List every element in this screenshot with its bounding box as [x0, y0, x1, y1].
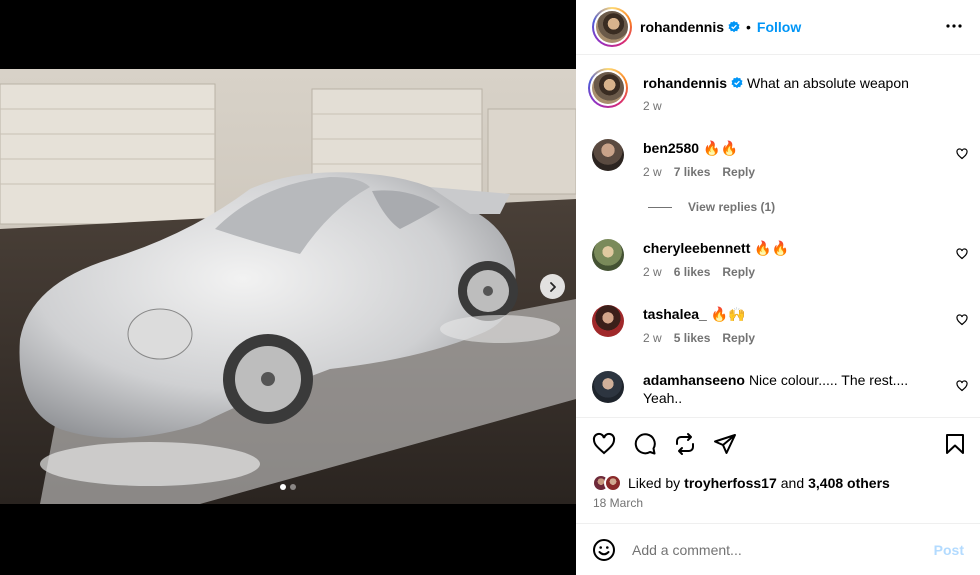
author-avatar[interactable]	[592, 7, 632, 47]
likes-and: and	[780, 475, 805, 491]
likes-others-link[interactable]: 3,408 others	[808, 475, 890, 491]
share-icon[interactable]	[713, 432, 737, 456]
caption-text: What an absolute weapon	[747, 75, 909, 91]
caption-username[interactable]: rohandennis	[643, 75, 727, 91]
likes-summary: Liked by troyherfoss17 and 3,408 others	[592, 474, 890, 492]
caption-meta: 2 w	[643, 99, 662, 113]
comment-text: 🔥🔥	[754, 240, 790, 256]
chevron-right-icon	[549, 281, 556, 292]
comment-icon[interactable]	[633, 432, 657, 456]
bookmark-icon[interactable]	[943, 432, 967, 456]
caption-text-line: rohandennis What an absolute weapon	[643, 74, 938, 92]
reply-button[interactable]: Reply	[722, 165, 755, 179]
comment-like-heart-icon[interactable]	[956, 380, 968, 392]
comment-text-line: cheryleebennett 🔥🔥	[643, 239, 938, 257]
header-separator: •	[746, 19, 751, 35]
comment-username[interactable]: cheryleebennett	[643, 240, 750, 256]
comment-like-heart-icon[interactable]	[956, 148, 968, 160]
comment-username[interactable]: ben2580	[643, 140, 699, 156]
comment-like-heart-icon[interactable]	[956, 248, 968, 260]
post-header: rohandennis • Follow	[576, 0, 980, 55]
post-comment-button[interactable]: Post	[934, 542, 964, 558]
carousel-indicator	[0, 484, 576, 490]
comment-likes[interactable]: 7 likes	[674, 165, 711, 179]
comment-username[interactable]: tashalea_	[643, 306, 707, 322]
comment-meta: 2 w 7 likes Reply	[643, 165, 755, 179]
comments-section[interactable]: rohandennis What an absolute weapon 2 w b…	[576, 56, 980, 417]
comment-item: adamhanseeno Nice colour..... The rest...…	[592, 371, 968, 417]
comment-text-line: ben2580 🔥🔥	[643, 139, 938, 157]
comment-likes[interactable]: 5 likes	[674, 331, 711, 345]
liker-avatar[interactable]	[604, 474, 622, 492]
comment-like-heart-icon[interactable]	[956, 314, 968, 326]
comment-text-line: adamhanseeno Nice colour..... The rest...…	[643, 371, 938, 407]
more-options-icon[interactable]	[946, 18, 962, 34]
comment-meta: 2 w 5 likes Reply	[643, 331, 755, 345]
comment-text: 🔥🙌	[710, 306, 746, 322]
post-media	[0, 0, 576, 575]
author-avatar-image	[596, 11, 628, 43]
post-date[interactable]: 18 March	[593, 496, 643, 510]
next-slide-button[interactable]	[540, 274, 565, 299]
view-replies-label: View replies (1)	[688, 200, 776, 214]
reply-button[interactable]: Reply	[722, 331, 755, 345]
view-replies-button[interactable]: View replies (1)	[648, 200, 775, 214]
likes-prefix: Liked by	[628, 475, 681, 491]
commenter-avatar[interactable]	[592, 239, 624, 271]
verified-badge-icon	[728, 21, 740, 33]
emoji-icon[interactable]	[592, 538, 616, 562]
commenter-avatar[interactable]	[592, 139, 624, 171]
comment-username[interactable]: adamhanseeno	[643, 372, 745, 388]
reply-button[interactable]: Reply	[722, 265, 755, 279]
comment-likes[interactable]: 6 likes	[674, 265, 711, 279]
liker-username[interactable]: troyherfoss17	[684, 475, 777, 491]
follow-button[interactable]: Follow	[757, 19, 801, 35]
carousel-dot	[290, 484, 296, 490]
commenter-avatar[interactable]	[592, 371, 624, 403]
replies-divider-line	[648, 206, 672, 208]
post-sidebar: rohandennis • Follow rohandennis What an …	[576, 0, 980, 575]
verified-badge-icon	[731, 77, 743, 89]
comment-input[interactable]	[632, 541, 934, 558]
author-username[interactable]: rohandennis	[640, 19, 724, 35]
carousel-dot-active	[280, 484, 286, 490]
caption-row: rohandennis What an absolute weapon 2 w	[588, 68, 968, 113]
comment-age: 2 w	[643, 331, 662, 345]
post-photo	[0, 69, 576, 504]
caption-author-avatar-image	[592, 72, 624, 104]
comment-age: 2 w	[643, 165, 662, 179]
comment-composer: Post	[576, 523, 980, 575]
comment-text: 🔥🔥	[703, 140, 738, 156]
comment-item: ben2580 🔥🔥 2 w 7 likes Reply	[592, 139, 968, 199]
comment-item: cheryleebennett 🔥🔥 2 w 6 likes Reply	[592, 239, 968, 299]
comment-age: 2 w	[643, 265, 662, 279]
comment-text-line: tashalea_ 🔥🙌	[643, 305, 938, 323]
post-actions-section: Liked by troyherfoss17 and 3,408 others …	[576, 417, 980, 523]
comment-item: tashalea_ 🔥🙌 2 w 5 likes Reply	[592, 305, 968, 365]
repost-icon[interactable]	[673, 432, 697, 456]
heart-icon[interactable]	[592, 432, 616, 456]
comment-meta: 2 w 6 likes Reply	[643, 265, 755, 279]
caption-age: 2 w	[643, 99, 662, 113]
caption-author-avatar[interactable]	[588, 68, 628, 108]
commenter-avatar[interactable]	[592, 305, 624, 337]
